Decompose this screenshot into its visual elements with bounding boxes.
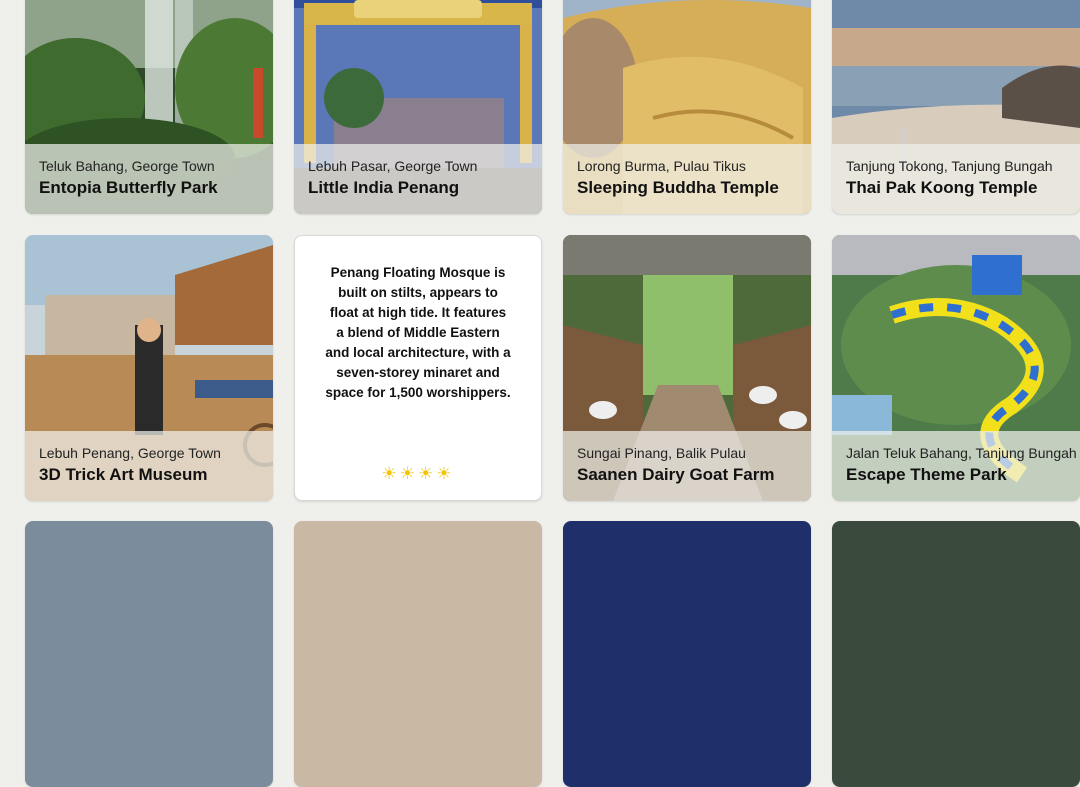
card-label: Jalan Teluk Bahang, Tanjung Bungah Escap… [832,431,1080,501]
card-photo [563,521,811,787]
card-photo [294,521,542,787]
card-label: Sungai Pinang, Balik Pulau Saanen Dairy … [563,431,811,501]
card-entopia-butterfly-park[interactable]: Teluk Bahang, George Town Entopia Butter… [25,0,273,214]
card-partial-row3-2[interactable] [294,521,542,787]
card-label: Lebuh Penang, George Town 3D Trick Art M… [25,431,273,501]
card-saanen-dairy-goat-farm[interactable]: Sungai Pinang, Balik Pulau Saanen Dairy … [563,235,811,501]
card-little-india-penang[interactable]: Lebuh Pasar, George Town Little India Pe… [294,0,542,214]
card-floating-mosque-info[interactable]: Penang Floating Mosque is built on stilt… [294,235,542,501]
card-label: Teluk Bahang, George Town Entopia Butter… [25,144,273,214]
card-description: Penang Floating Mosque is built on stilt… [325,265,511,400]
card-label: Lebuh Pasar, George Town Little India Pe… [294,144,542,214]
card-title: Escape Theme Park [846,465,1007,484]
card-location: Teluk Bahang, George Town [39,158,215,174]
card-location: Lorong Burma, Pulau Tikus [577,158,746,174]
card-3d-trick-art-museum[interactable]: Lebuh Penang, George Town 3D Trick Art M… [25,235,273,501]
card-partial-row3-3[interactable] [563,521,811,787]
card-title: Sleeping Buddha Temple [577,178,779,197]
card-label: Lorong Burma, Pulau Tikus Sleeping Buddh… [563,144,811,214]
card-location: Lebuh Penang, George Town [39,445,221,461]
card-title: 3D Trick Art Museum [39,465,208,484]
card-title: Thai Pak Koong Temple [846,178,1038,197]
card-title: Saanen Dairy Goat Farm [577,465,775,484]
card-location: Tanjung Tokong, Tanjung Bungah [846,158,1053,174]
card-label: Tanjung Tokong, Tanjung Bungah Thai Pak … [832,144,1080,214]
card-title: Little India Penang [308,178,460,197]
card-photo [25,521,273,787]
sun-icons: ☀☀☀☀ [381,464,455,483]
card-title: Entopia Butterfly Park [39,178,218,197]
card-location: Sungai Pinang, Balik Pulau [577,445,746,461]
card-location: Lebuh Pasar, George Town [308,158,478,174]
card-photo [832,521,1080,787]
card-thai-pak-koong-temple[interactable]: Tanjung Tokong, Tanjung Bungah Thai Pak … [832,0,1080,214]
card-partial-row3-1[interactable] [25,521,273,787]
card-location: Jalan Teluk Bahang, Tanjung Bungah [846,445,1077,461]
card-partial-row3-4[interactable] [832,521,1080,787]
card-escape-theme-park[interactable]: Jalan Teluk Bahang, Tanjung Bungah Escap… [832,235,1080,501]
card-sleeping-buddha-temple[interactable]: Lorong Burma, Pulau Tikus Sleeping Buddh… [563,0,811,214]
